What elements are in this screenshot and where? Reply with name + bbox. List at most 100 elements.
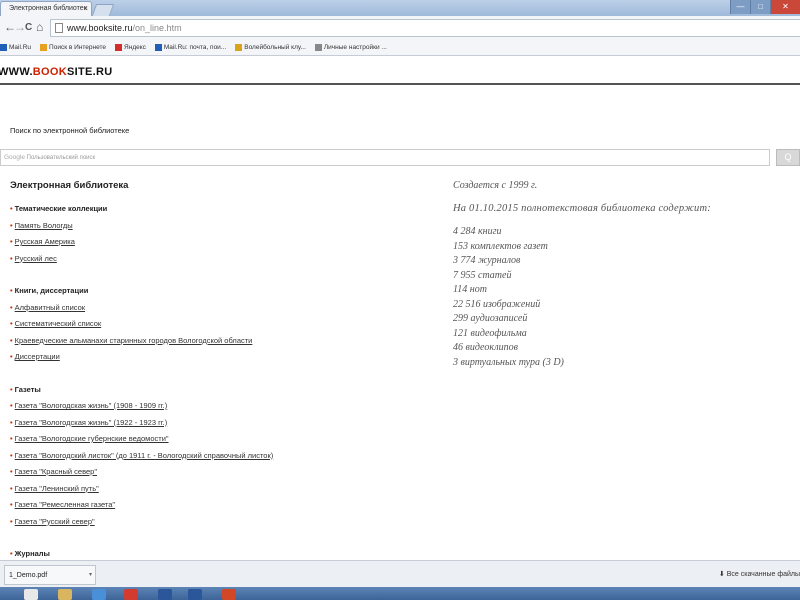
bookmark-icon <box>235 44 243 51</box>
download-shelf: 1_Demo.pdf ▾ ⬇ Все скачанные файлы <box>0 560 800 587</box>
address-bar[interactable]: www.booksite.ru/on_line.htm <box>50 19 800 37</box>
close-window-button[interactable]: ✕ <box>770 0 800 14</box>
catalog-link[interactable]: Газета "Русский север" <box>15 517 95 526</box>
bookmark-item[interactable]: Волейбольный клу... <box>235 44 306 51</box>
category-title: Газеты <box>14 384 41 394</box>
search-input[interactable]: Google Пользовательский поиск <box>0 149 770 166</box>
catalog-link-row: • Систематический список <box>10 319 430 336</box>
since-text: Создается с 1999 г. <box>453 180 538 191</box>
library-info: Создается с 1999 г. На 01.10.2015 полнот… <box>453 180 793 371</box>
chrome-taskbar-icon[interactable] <box>124 589 138 600</box>
catalog-link[interactable]: Газета "Ленинский путь" <box>15 484 99 493</box>
home-icon[interactable]: ⌂ <box>36 20 43 34</box>
tab-close-icon[interactable]: × <box>83 4 88 13</box>
catalog-link[interactable]: Газета "Ремесленная газета" <box>15 500 115 509</box>
ie-taskbar-icon[interactable] <box>92 589 106 600</box>
bookmark-item[interactable]: Яндекс <box>115 44 146 51</box>
catalog-link-row: • Диссертации <box>10 352 430 369</box>
bullet-icon: • <box>10 335 13 345</box>
bookmark-icon <box>314 44 322 51</box>
restore-button[interactable]: □ <box>750 0 770 14</box>
url-host: www.booksite.ru <box>67 23 133 33</box>
explorer-taskbar-icon[interactable] <box>58 589 72 600</box>
word-taskbar-icon[interactable] <box>158 589 172 600</box>
category-heading: • Книги, диссертации <box>10 286 430 303</box>
bullet-icon: • <box>10 417 13 427</box>
library-title: Электронная библиотека <box>10 180 129 191</box>
bullet-icon: • <box>10 319 13 328</box>
catalog-link-row: • Газета "Вологодская жизнь" (1922 - 1923… <box>10 418 430 435</box>
bookmark-item[interactable]: Mail.Ru: почта, пои... <box>154 44 227 51</box>
word-taskbar-icon-2[interactable] <box>188 589 202 600</box>
bookmark-icon <box>40 44 48 51</box>
os-taskbar <box>0 587 800 600</box>
catalog-link-row: • Газета "Ремесленная газета" <box>10 500 430 517</box>
window-controls: — □ ✕ <box>730 0 800 14</box>
catalog-link[interactable]: Газета "Красный север" <box>15 467 97 476</box>
category-heading: • Тематические коллекции <box>10 204 430 221</box>
reload-icon[interactable]: C <box>25 22 32 33</box>
library-catalog: Электронная библиотека • Тематические кол… <box>10 180 430 566</box>
download-item[interactable]: 1_Demo.pdf ▾ <box>4 565 96 585</box>
chevron-down-icon[interactable]: ▾ <box>89 571 92 578</box>
stat-item: 22 516 изображений <box>453 298 541 310</box>
stat-item: 114 нот <box>453 284 487 295</box>
catalog-link-row: • Алфавитный список <box>10 303 430 320</box>
category-title: Журналы <box>14 549 50 558</box>
catalog-link[interactable]: Русский лес <box>15 254 57 263</box>
stat-item: 4 284 книги <box>453 226 502 237</box>
catalog-link-row: • Газета "Вологодская жизнь" (1908 - 1909… <box>10 401 430 418</box>
tab-title: Электронная библиотек <box>9 5 87 12</box>
bookmark-label: Яндекс <box>124 44 146 51</box>
catalog-link-row: • Русский лес <box>10 254 430 271</box>
new-tab-button[interactable] <box>91 4 115 16</box>
bookmark-label: Личные настройки ... <box>323 44 387 51</box>
catalog-link-row: • Газета "Красный север" <box>10 467 430 484</box>
minimize-button[interactable]: — <box>730 0 750 14</box>
catalog-link[interactable]: Русская Америка <box>15 237 75 246</box>
catalog-link[interactable]: Газета "Вологодская жизнь" (1908 - 1909 … <box>15 401 168 410</box>
bookmark-item[interactable]: Поиск в Интернете <box>40 44 106 51</box>
catalog-link[interactable]: Память Вологды <box>15 221 73 230</box>
stat-item: 153 комплектов газет <box>453 240 548 252</box>
bullet-icon: • <box>10 467 13 476</box>
catalog-link-row: • Газета "Русский север" <box>10 517 430 534</box>
site-logo[interactable]: WWW.BOOKSITE.RU <box>0 66 113 78</box>
catalog-link[interactable]: Газета "Вологодские губернские ведомости… <box>15 434 169 443</box>
catalog-link[interactable]: Алфавитный список <box>15 303 85 312</box>
start-button-icon[interactable] <box>24 589 38 600</box>
catalog-link[interactable]: Краеведческие альманахи старинных городо… <box>15 336 253 345</box>
bookmark-label: Mail.Ru: почта, пои... <box>163 44 227 51</box>
bookmark-item[interactable]: Личные настройки ... <box>314 44 387 51</box>
bookmark-label: Mail.Ru <box>9 44 32 51</box>
catalog-link-row: • Память Вологды <box>10 221 430 238</box>
bullet-icon: • <box>10 220 13 230</box>
logo-suffix: SITE.RU <box>67 66 113 78</box>
bookmark-item[interactable]: Mail.Ru <box>0 44 31 51</box>
powerpoint-taskbar-icon[interactable] <box>222 589 236 600</box>
bookmark-icon <box>0 44 7 51</box>
bullet-icon: • <box>10 204 13 213</box>
catalog-link-row: • Газета "Вологодский листок" (до 1911 г.… <box>10 451 430 468</box>
show-all-downloads[interactable]: ⬇ Все скачанные файлы <box>719 570 800 578</box>
bullet-icon: • <box>10 516 13 526</box>
bullet-icon: • <box>10 286 13 295</box>
browser-titlebar: Электронная библиотек × — □ ✕ <box>0 0 800 16</box>
tab-active[interactable]: Электронная библиотек × <box>0 1 92 16</box>
bullet-icon: • <box>10 450 13 460</box>
stat-item: 299 аудиозаписей <box>453 313 528 324</box>
page-icon <box>55 23 63 33</box>
bookmark-label: Волейбольный клу... <box>244 44 306 51</box>
category-title: Тематические коллекции <box>14 204 108 213</box>
search-button[interactable]: Q <box>776 149 800 166</box>
catalog-link[interactable]: Систематический список <box>15 319 102 328</box>
bullet-icon: • <box>10 302 13 312</box>
catalog-link-row: • Русская Америка <box>10 237 430 254</box>
bullet-icon: • <box>10 352 13 361</box>
catalog-link[interactable]: Газета "Вологодский листок" (до 1911 г. … <box>15 451 274 460</box>
catalog-link[interactable]: Диссертации <box>15 352 60 361</box>
catalog-link[interactable]: Газета "Вологодская жизнь" (1922 - 1923 … <box>15 418 168 427</box>
download-icon: ⬇ <box>718 571 727 578</box>
logo-brand: BOOK <box>32 66 67 78</box>
